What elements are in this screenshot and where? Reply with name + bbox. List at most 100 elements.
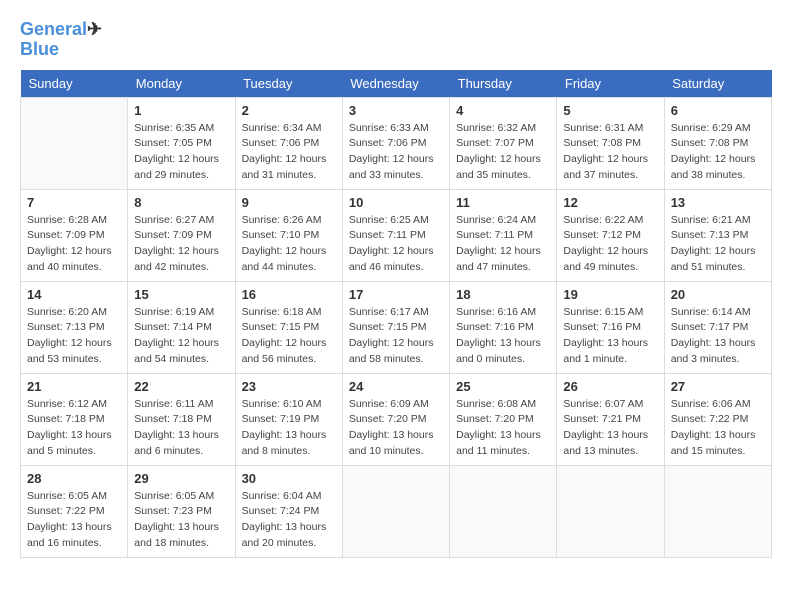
day-info: Sunrise: 6:12 AMSunset: 7:18 PMDaylight:… (27, 397, 121, 460)
day-cell-21: 21Sunrise: 6:12 AMSunset: 7:18 PMDayligh… (21, 373, 128, 465)
day-number: 17 (349, 287, 443, 302)
day-info: Sunrise: 6:22 AMSunset: 7:12 PMDaylight:… (563, 213, 657, 276)
logo: General✈ Blue (20, 20, 102, 60)
calendar-week-1: 1 Sunrise: 6:35 AMSunset: 7:05 PMDaylight… (21, 97, 772, 189)
empty-cell (664, 465, 771, 557)
weekday-header-monday: Monday (128, 70, 235, 98)
day-info: Sunrise: 6:35 AMSunset: 7:05 PMDaylight:… (134, 121, 228, 184)
day-number: 5 (563, 103, 657, 118)
day-number: 28 (27, 471, 121, 486)
day-cell-22: 22 Sunrise: 6:11 AMSunset: 7:18 PMDayligh… (128, 373, 235, 465)
day-cell-10: 10Sunrise: 6:25 AMSunset: 7:11 PMDayligh… (342, 189, 449, 281)
day-info: Sunrise: 6:14 AMSunset: 7:17 PMDaylight:… (671, 305, 765, 368)
empty-cell (557, 465, 664, 557)
day-info: Sunrise: 6:28 AMSunset: 7:09 PMDaylight:… (27, 213, 121, 276)
day-number: 13 (671, 195, 765, 210)
day-cell-26: 26 Sunrise: 6:07 AMSunset: 7:21 PMDayligh… (557, 373, 664, 465)
day-cell-1: 1 Sunrise: 6:35 AMSunset: 7:05 PMDaylight… (128, 97, 235, 189)
day-info: Sunrise: 6:34 AMSunset: 7:06 PMDaylight:… (242, 121, 336, 184)
empty-cell (21, 97, 128, 189)
day-number: 8 (134, 195, 228, 210)
day-cell-29: 29Sunrise: 6:05 AMSunset: 7:23 PMDayligh… (128, 465, 235, 557)
day-cell-6: 6 Sunrise: 6:29 AMSunset: 7:08 PMDaylight… (664, 97, 771, 189)
empty-cell (450, 465, 557, 557)
day-cell-23: 23 Sunrise: 6:10 AMSunset: 7:19 PMDayligh… (235, 373, 342, 465)
day-number: 6 (671, 103, 765, 118)
day-info: Sunrise: 6:16 AMSunset: 7:16 PMDaylight:… (456, 305, 550, 368)
day-cell-9: 9 Sunrise: 6:26 AMSunset: 7:10 PMDaylight… (235, 189, 342, 281)
day-number: 20 (671, 287, 765, 302)
day-info: Sunrise: 6:07 AMSunset: 7:21 PMDaylight:… (563, 397, 657, 460)
day-info: Sunrise: 6:11 AMSunset: 7:18 PMDaylight:… (134, 397, 228, 460)
day-number: 19 (563, 287, 657, 302)
calendar-week-5: 28Sunrise: 6:05 AMSunset: 7:22 PMDayligh… (21, 465, 772, 557)
day-number: 16 (242, 287, 336, 302)
day-info: Sunrise: 6:19 AMSunset: 7:14 PMDaylight:… (134, 305, 228, 368)
weekday-header-thursday: Thursday (450, 70, 557, 98)
day-cell-14: 14Sunrise: 6:20 AMSunset: 7:13 PMDayligh… (21, 281, 128, 373)
day-cell-16: 16 Sunrise: 6:18 AMSunset: 7:15 PMDayligh… (235, 281, 342, 373)
day-cell-19: 19 Sunrise: 6:15 AMSunset: 7:16 PMDayligh… (557, 281, 664, 373)
weekday-header-wednesday: Wednesday (342, 70, 449, 98)
day-cell-25: 25 Sunrise: 6:08 AMSunset: 7:20 PMDayligh… (450, 373, 557, 465)
day-info: Sunrise: 6:32 AMSunset: 7:07 PMDaylight:… (456, 121, 550, 184)
day-cell-12: 12 Sunrise: 6:22 AMSunset: 7:12 PMDayligh… (557, 189, 664, 281)
logo-blue: Blue (20, 39, 59, 59)
day-info: Sunrise: 6:17 AMSunset: 7:15 PMDaylight:… (349, 305, 443, 368)
empty-cell (342, 465, 449, 557)
weekday-header-sunday: Sunday (21, 70, 128, 98)
day-number: 4 (456, 103, 550, 118)
day-number: 25 (456, 379, 550, 394)
day-cell-15: 15 Sunrise: 6:19 AMSunset: 7:14 PMDayligh… (128, 281, 235, 373)
day-cell-17: 17 Sunrise: 6:17 AMSunset: 7:15 PMDayligh… (342, 281, 449, 373)
day-cell-3: 3Sunrise: 6:33 AMSunset: 7:06 PMDaylight… (342, 97, 449, 189)
day-info: Sunrise: 6:29 AMSunset: 7:08 PMDaylight:… (671, 121, 765, 184)
day-number: 30 (242, 471, 336, 486)
day-cell-28: 28Sunrise: 6:05 AMSunset: 7:22 PMDayligh… (21, 465, 128, 557)
day-number: 9 (242, 195, 336, 210)
day-info: Sunrise: 6:08 AMSunset: 7:20 PMDaylight:… (456, 397, 550, 460)
calendar-table: SundayMondayTuesdayWednesdayThursdayFrid… (20, 70, 772, 558)
day-info: Sunrise: 6:06 AMSunset: 7:22 PMDaylight:… (671, 397, 765, 460)
weekday-header-saturday: Saturday (664, 70, 771, 98)
day-cell-11: 11Sunrise: 6:24 AMSunset: 7:11 PMDayligh… (450, 189, 557, 281)
day-info: Sunrise: 6:33 AMSunset: 7:06 PMDaylight:… (349, 121, 443, 184)
day-cell-30: 30 Sunrise: 6:04 AMSunset: 7:24 PMDayligh… (235, 465, 342, 557)
day-cell-24: 24Sunrise: 6:09 AMSunset: 7:20 PMDayligh… (342, 373, 449, 465)
day-info: Sunrise: 6:04 AMSunset: 7:24 PMDaylight:… (242, 489, 336, 552)
day-number: 15 (134, 287, 228, 302)
day-info: Sunrise: 6:31 AMSunset: 7:08 PMDaylight:… (563, 121, 657, 184)
page-header: General✈ Blue (20, 20, 772, 60)
day-info: Sunrise: 6:26 AMSunset: 7:10 PMDaylight:… (242, 213, 336, 276)
day-number: 27 (671, 379, 765, 394)
day-number: 11 (456, 195, 550, 210)
day-number: 29 (134, 471, 228, 486)
day-info: Sunrise: 6:10 AMSunset: 7:19 PMDaylight:… (242, 397, 336, 460)
day-number: 12 (563, 195, 657, 210)
day-info: Sunrise: 6:20 AMSunset: 7:13 PMDaylight:… (27, 305, 121, 368)
day-info: Sunrise: 6:25 AMSunset: 7:11 PMDaylight:… (349, 213, 443, 276)
day-cell-7: 7 Sunrise: 6:28 AMSunset: 7:09 PMDaylight… (21, 189, 128, 281)
day-number: 7 (27, 195, 121, 210)
day-cell-27: 27 Sunrise: 6:06 AMSunset: 7:22 PMDayligh… (664, 373, 771, 465)
day-info: Sunrise: 6:21 AMSunset: 7:13 PMDaylight:… (671, 213, 765, 276)
day-info: Sunrise: 6:15 AMSunset: 7:16 PMDaylight:… (563, 305, 657, 368)
calendar-week-2: 7 Sunrise: 6:28 AMSunset: 7:09 PMDaylight… (21, 189, 772, 281)
day-number: 1 (134, 103, 228, 118)
day-number: 22 (134, 379, 228, 394)
day-number: 26 (563, 379, 657, 394)
day-cell-5: 5 Sunrise: 6:31 AMSunset: 7:08 PMDaylight… (557, 97, 664, 189)
day-cell-18: 18Sunrise: 6:16 AMSunset: 7:16 PMDayligh… (450, 281, 557, 373)
day-info: Sunrise: 6:09 AMSunset: 7:20 PMDaylight:… (349, 397, 443, 460)
weekday-header-tuesday: Tuesday (235, 70, 342, 98)
day-number: 2 (242, 103, 336, 118)
day-cell-20: 20 Sunrise: 6:14 AMSunset: 7:17 PMDayligh… (664, 281, 771, 373)
day-info: Sunrise: 6:18 AMSunset: 7:15 PMDaylight:… (242, 305, 336, 368)
day-cell-13: 13 Sunrise: 6:21 AMSunset: 7:13 PMDayligh… (664, 189, 771, 281)
calendar-week-4: 21Sunrise: 6:12 AMSunset: 7:18 PMDayligh… (21, 373, 772, 465)
day-number: 23 (242, 379, 336, 394)
day-info: Sunrise: 6:27 AMSunset: 7:09 PMDaylight:… (134, 213, 228, 276)
weekday-header-friday: Friday (557, 70, 664, 98)
day-cell-8: 8 Sunrise: 6:27 AMSunset: 7:09 PMDaylight… (128, 189, 235, 281)
day-cell-4: 4 Sunrise: 6:32 AMSunset: 7:07 PMDaylight… (450, 97, 557, 189)
